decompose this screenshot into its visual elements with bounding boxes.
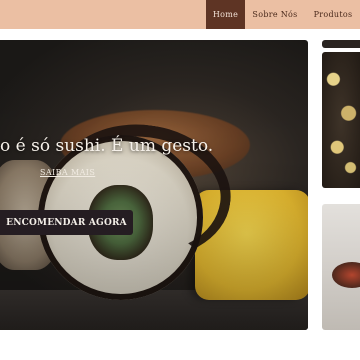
hero-slate-surface	[0, 290, 308, 330]
nav-home-label: Home	[212, 10, 239, 19]
gallery-thumbnail-sushi[interactable]	[322, 52, 360, 188]
nav-home[interactable]: Home	[206, 0, 245, 29]
nav-sobre-nos[interactable]: Sobre Nós	[250, 0, 300, 29]
hero-tamago-piece	[195, 190, 308, 300]
gallery-dish-image	[332, 262, 360, 288]
top-navigation-bar: Home Sobre Nós Produtos	[0, 0, 360, 29]
gallery-thumbnail-dish[interactable]	[322, 204, 360, 330]
order-now-button-label: ENCOMENDAR AGORA	[6, 217, 127, 228]
nav-sobre-nos-label: Sobre Nós	[252, 10, 298, 19]
saiba-mais-link[interactable]: SAIBA MAIS	[40, 168, 95, 177]
hero-title: o é só sushi. É um gesto.	[0, 136, 214, 156]
nav-produtos[interactable]: Produtos	[306, 0, 360, 29]
order-now-button[interactable]: ENCOMENDAR AGORA	[0, 210, 133, 235]
hero-banner: o é só sushi. É um gesto. SAIBA MAIS ENC…	[0, 40, 308, 330]
gallery-thumbnail-top[interactable]	[322, 40, 360, 48]
nav-produtos-label: Produtos	[313, 10, 353, 19]
